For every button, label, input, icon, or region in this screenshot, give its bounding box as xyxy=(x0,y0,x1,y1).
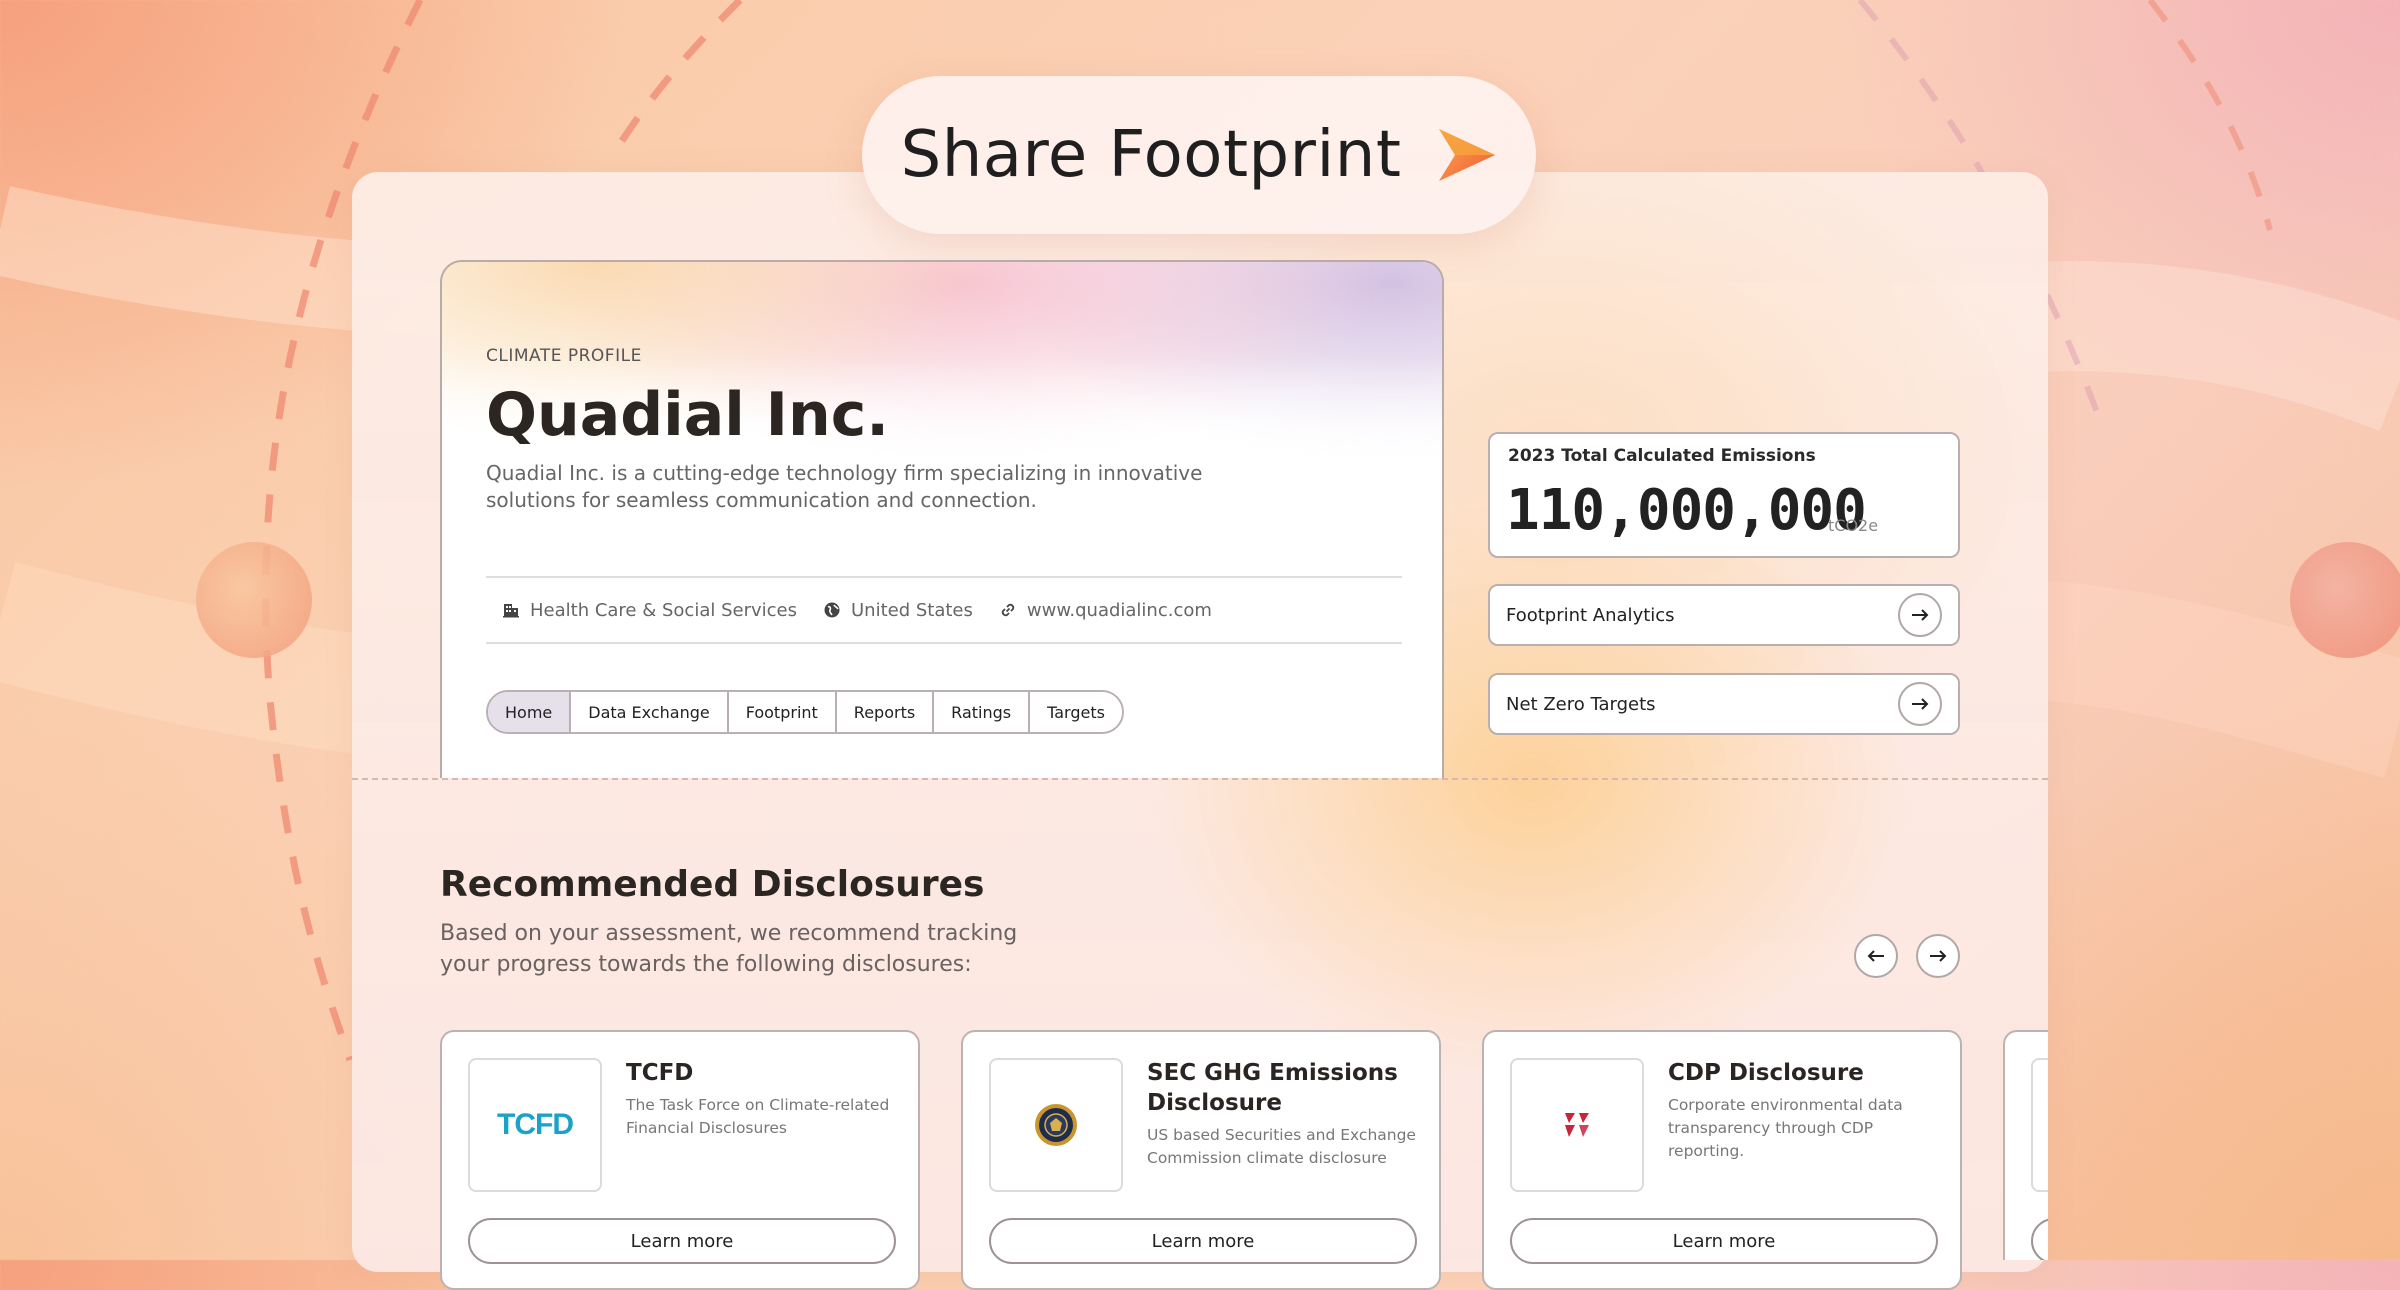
section-divider xyxy=(352,778,2048,780)
climate-profile-card: CLIMATE PROFILE Quadial Inc. Quadial Inc… xyxy=(440,260,1444,778)
recommended-description: Based on your assessment, we recommend t… xyxy=(440,921,1018,977)
tab-targets[interactable]: Targets xyxy=(1030,692,1122,732)
country-label: United States xyxy=(850,599,973,621)
cdp-logo xyxy=(1510,1058,1644,1192)
sec-seal-icon xyxy=(1035,1104,1077,1146)
disclosure-title: TCFD xyxy=(626,1060,694,1086)
send-arrow-icon xyxy=(1439,129,1496,181)
meta-industry: Health Care & Social Services xyxy=(502,600,797,621)
arrow-right-icon xyxy=(1912,609,1929,621)
decorative-orb-right xyxy=(2290,542,2400,658)
disclosure-card-cdp: CDP Disclosure Corporate environmental d… xyxy=(1482,1030,1962,1290)
emissions-card: 2023 Total Calculated Emissions 110,000,… xyxy=(1488,432,1960,558)
disclosure-title: SEC GHG Emissions Disclosure xyxy=(1147,1060,1398,1116)
profile-eyebrow: CLIMATE PROFILE xyxy=(486,346,642,366)
company-description: Quadial Inc. is a cutting-edge technolog… xyxy=(486,461,1203,512)
industry-label: Health Care & Social Services xyxy=(530,599,797,621)
carousel-next-button[interactable] xyxy=(1916,934,1960,978)
tab-footprint[interactable]: Footprint xyxy=(728,692,837,732)
share-title: Share Footprint xyxy=(900,118,1402,192)
learn-more-button[interactable]: Learn more xyxy=(989,1218,1417,1264)
carousel-prev-button[interactable] xyxy=(1854,934,1898,978)
disclosure-title: CDP Disclosure xyxy=(1668,1060,1864,1086)
website-link[interactable]: www.quadialinc.com xyxy=(1027,600,1212,621)
link-icon xyxy=(1001,603,1015,617)
learn-more-button[interactable]: Learn more xyxy=(1510,1218,1938,1264)
arrow-right-icon xyxy=(1912,698,1929,710)
decorative-orb-left xyxy=(196,542,312,658)
disclosure-description: US based Securities and Exchange Commiss… xyxy=(1147,1126,1416,1167)
footprint-analytics-arrow-button[interactable] xyxy=(1898,593,1942,637)
emissions-unit: tCO2e xyxy=(1828,516,1879,535)
tab-data-exchange[interactable]: Data Exchange xyxy=(571,692,729,732)
net-zero-targets-label: Net Zero Targets xyxy=(1506,693,1656,715)
emissions-value: 110,000,000 xyxy=(1506,478,1867,543)
share-footprint-button[interactable]: Share Footprint xyxy=(862,76,1536,234)
cdp-mark-icon xyxy=(1565,1113,1589,1137)
disclosure-description: The Task Force on Climate-related Financ… xyxy=(626,1096,890,1137)
net-zero-targets-link[interactable]: Net Zero Targets xyxy=(1488,673,1960,735)
company-name: Quadial Inc. xyxy=(486,380,890,450)
recommended-title: Recommended Disclosures xyxy=(440,864,985,905)
arrow-left-icon xyxy=(1867,950,1884,962)
tab-home[interactable]: Home xyxy=(488,692,572,732)
building-icon xyxy=(503,604,519,618)
meta-website[interactable]: www.quadialinc.com xyxy=(999,600,1212,621)
profile-tabs: Home Data Exchange Footprint Reports Rat… xyxy=(486,690,1124,734)
tab-ratings[interactable]: Ratings xyxy=(934,692,1031,732)
sec-logo xyxy=(989,1058,1123,1192)
learn-more-button[interactable]: Learn more xyxy=(468,1218,896,1264)
footprint-analytics-link[interactable]: Footprint Analytics xyxy=(1488,584,1960,646)
globe-icon xyxy=(824,602,840,618)
disclosure-card-tcfd: TCFD TCFD The Task Force on Climate-rela… xyxy=(440,1030,920,1290)
disclosure-card-sec: SEC GHG Emissions Disclosure US based Se… xyxy=(961,1030,1441,1290)
arrow-right-icon xyxy=(1930,950,1947,962)
company-meta: Health Care & Social Services United Sta… xyxy=(486,576,1402,644)
tcfd-logo-text: TCFD xyxy=(497,1108,574,1141)
footprint-analytics-label: Footprint Analytics xyxy=(1506,604,1675,626)
tcfd-logo: TCFD xyxy=(468,1058,602,1192)
meta-country: United States xyxy=(823,600,973,621)
emissions-label: 2023 Total Calculated Emissions xyxy=(1508,446,1816,466)
disclosure-description: Corporate environmental data transparenc… xyxy=(1668,1096,1903,1160)
disclosure-card-peek xyxy=(2003,1030,2048,1260)
tab-reports[interactable]: Reports xyxy=(836,692,935,732)
net-zero-targets-arrow-button[interactable] xyxy=(1898,682,1942,726)
